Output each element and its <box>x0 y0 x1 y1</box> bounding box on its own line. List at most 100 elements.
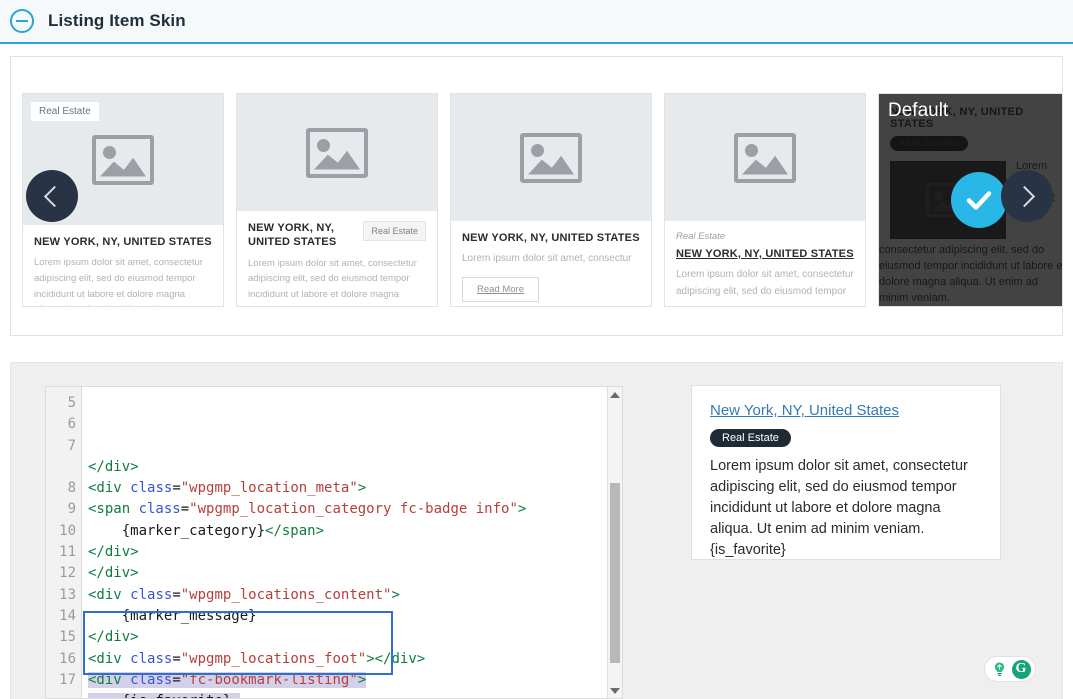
code-token: > <box>357 480 367 497</box>
preview-panel: New York, NY, United States Real Estate … <box>691 385 1001 560</box>
skin-carousel-track: Real Estate NEW YORK, NY, UNITED STATES … <box>11 93 1062 309</box>
code-token: <div <box>88 671 131 688</box>
skin-carousel-section: Real Estate NEW YORK, NY, UNITED STATES … <box>10 56 1063 336</box>
code-token: "fc-bookmark-listing" <box>180 671 358 688</box>
code-line-number: 8 <box>67 480 76 497</box>
code-token: "wpgmp_location_meta" <box>180 480 358 497</box>
code-line: <div class="wpgmp_location_meta"> <box>88 478 622 499</box>
chevron-right-icon <box>1013 185 1036 207</box>
skin-card-title: NEW YORK, NY, UNITED STATES <box>34 236 212 248</box>
skin-card-badge: Real Estate <box>363 221 426 241</box>
code-token: class <box>130 671 173 688</box>
code-line-number: 7 <box>67 437 76 454</box>
code-token: {marker_category} <box>88 522 266 539</box>
code-text-area[interactable]: </div> <div class="wpgmp_location_meta"> <… <box>82 387 622 698</box>
code-token: > <box>357 671 367 688</box>
code-token: {is_favorite} <box>88 693 240 698</box>
code-line-number: . <box>46 457 81 478</box>
lightbulb-icon[interactable] <box>990 660 1009 679</box>
skin-card-image <box>665 94 865 221</box>
code-token: </div> <box>88 565 139 582</box>
skin-card[interactable]: NEW YORK, NY, UNITED STATES Real Estate … <box>236 93 438 307</box>
skin-card-desc: Lorem ipsum dolor sit amet, consectetur … <box>676 269 854 297</box>
code-line: {marker_message} <box>88 606 622 627</box>
code-token: class <box>130 650 173 667</box>
code-line: </div> <box>88 457 622 478</box>
code-line: </div> <box>88 563 622 584</box>
code-token: = <box>172 671 181 688</box>
code-token: = <box>172 480 181 497</box>
code-token: = <box>180 501 190 518</box>
code-line-number: 14 <box>59 607 76 624</box>
carousel-next-button[interactable] <box>1001 170 1053 222</box>
code-line: <span class="wpgmp_location_category fc-… <box>88 499 622 520</box>
code-token: <div <box>88 586 131 603</box>
editor-section: 567.891011121314151617 </div><div class=… <box>10 362 1063 699</box>
code-token: = <box>172 586 181 603</box>
chevron-left-icon <box>43 185 66 207</box>
code-line-number: 5 <box>67 395 76 411</box>
skin-card[interactable]: NEW YORK, NY, UNITED STATES Lorem ipsum … <box>450 93 652 307</box>
caret-up-icon[interactable] <box>608 387 622 402</box>
skin-card-desc: Lorem ipsum dolor sit amet, consectur <box>462 253 632 265</box>
placeholder-sun <box>317 138 330 152</box>
code-token: class <box>138 501 181 518</box>
code-line-number: 12 <box>59 565 76 582</box>
code-line: {is_favorite} <box>88 691 622 698</box>
code-line: <div class="wpgmp_locations_content"> <box>88 585 622 606</box>
skin-card-title: NEW YORK, NY, UNITED STATES <box>462 232 640 244</box>
code-token: <span <box>88 501 139 518</box>
preview-title-link[interactable]: New York, NY, United States <box>710 402 982 419</box>
placeholder-sun <box>531 143 544 157</box>
panel-header: Listing Item Skin <box>0 0 1073 44</box>
code-token: <div <box>88 650 131 667</box>
caret-down-icon[interactable] <box>608 683 622 698</box>
grammarly-g-icon[interactable]: G <box>1011 659 1031 679</box>
code-token: class <box>130 480 173 497</box>
code-scrollbar[interactable] <box>607 387 622 698</box>
grammarly-widget[interactable]: G <box>984 656 1036 682</box>
image-placeholder-icon <box>520 132 582 183</box>
skin-card-badge: Real Estate <box>31 102 99 121</box>
code-line: </div> <box>88 627 622 648</box>
code-line-number: 16 <box>59 650 76 667</box>
code-line: </div> <box>88 542 622 563</box>
code-line: <div class="wpgmp_locations_foot"></div> <box>88 649 622 670</box>
skin-card-category: Real Estate <box>676 231 726 242</box>
code-token: > <box>391 586 400 603</box>
image-placeholder-icon <box>306 127 368 178</box>
scrollbar-thumb[interactable] <box>610 483 620 663</box>
image-placeholder-icon <box>734 132 796 183</box>
skin-card-title: NEW YORK, NY, UNITED STATES <box>676 248 854 260</box>
code-line-number: 13 <box>59 586 76 603</box>
skin-card-image <box>451 94 651 221</box>
code-line: {marker_category}</span> <box>88 521 622 542</box>
code-token: = <box>172 650 181 667</box>
preview-category-badge: Real Estate <box>710 429 791 447</box>
skin-card-body: NEW YORK, NY, UNITED STATES Lorem ipsum … <box>23 225 223 306</box>
code-line: <div class="fc-bookmark-listing"> <box>88 670 622 691</box>
caret-down-triangle <box>610 687 620 694</box>
code-editor[interactable]: 567.891011121314151617 </div><div class=… <box>45 386 623 699</box>
code-token: "wpgmp_locations_content" <box>180 586 392 603</box>
code-token: </div> <box>88 544 139 561</box>
skin-card[interactable]: Real Estate NEW YORK, NY, UNITED STATES … <box>664 93 866 307</box>
placeholder-sun <box>745 143 758 157</box>
code-token: "wpgmp_location_category fc-badge info" <box>189 501 518 518</box>
skin-card-desc: Lorem ipsum dolor sit amet, consectetur … <box>34 257 203 306</box>
caret-up-triangle <box>610 391 620 398</box>
code-token: class <box>130 586 173 603</box>
skin-card-image <box>237 94 437 211</box>
check-icon <box>951 172 1007 228</box>
code-line-number: 6 <box>67 416 76 433</box>
code-token: ></div> <box>366 650 426 667</box>
image-placeholder-icon <box>92 134 154 185</box>
minus-bar <box>16 20 28 22</box>
code-line-number: 17 <box>59 671 76 688</box>
page-title: Listing Item Skin <box>48 11 186 30</box>
carousel-prev-button[interactable] <box>26 170 78 222</box>
code-line-number: 11 <box>59 544 76 561</box>
minus-circle-icon[interactable] <box>10 9 34 33</box>
placeholder-sun <box>103 145 116 159</box>
read-more-button[interactable]: Read More <box>462 276 539 302</box>
